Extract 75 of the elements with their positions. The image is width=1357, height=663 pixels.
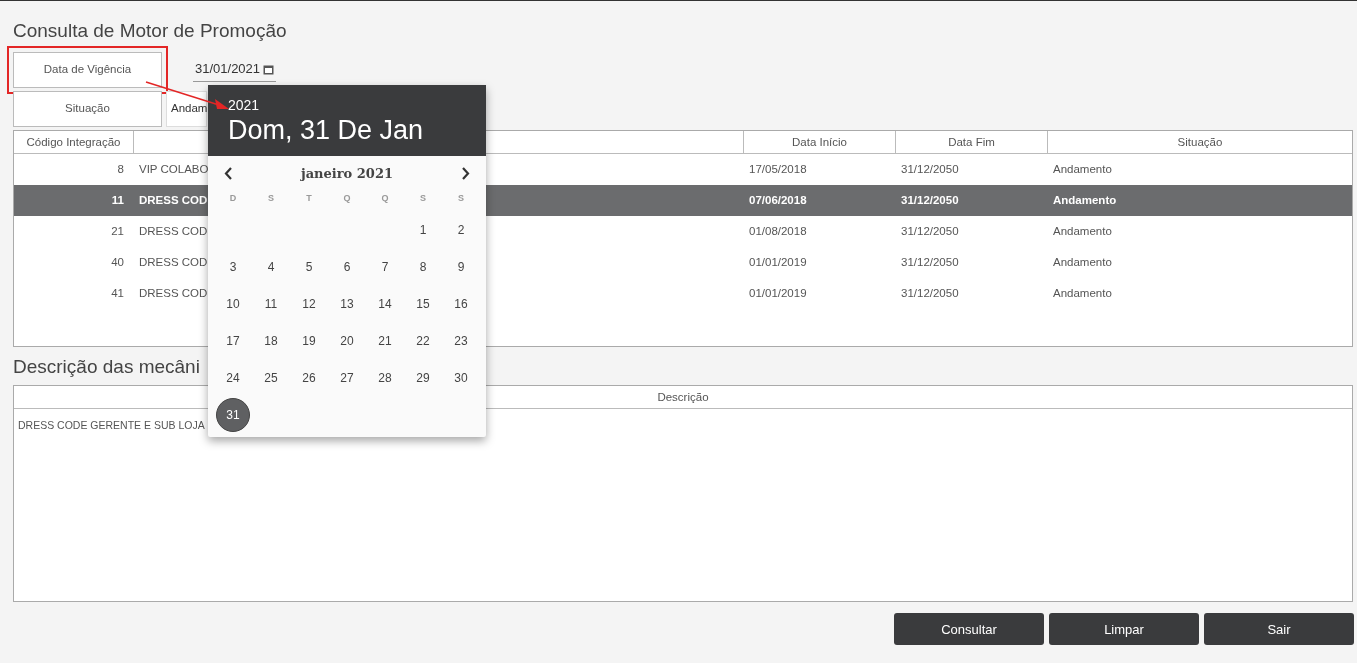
calendar-day[interactable]: 11: [254, 286, 288, 321]
table-cell: 07/06/2018: [744, 184, 896, 216]
table-cell-text: DRESS CODE GERENTE E SUB LOJA: [18, 418, 205, 434]
calendar-day[interactable]: 20: [330, 323, 364, 358]
table-cell-text: DRESS COD: [139, 254, 208, 270]
calendar-day[interactable]: 6: [330, 249, 364, 284]
calendar-day[interactable]: 8: [406, 249, 440, 284]
calendar-day[interactable]: 1: [406, 212, 440, 247]
calendar-day[interactable]: 10: [216, 286, 250, 321]
table-cell-text: 31/12/2050: [900, 254, 960, 270]
calendar-day[interactable]: 23: [444, 323, 478, 358]
column-header: Data Fim: [896, 130, 1048, 154]
calendar-day[interactable]: 12: [292, 286, 326, 321]
table-cell-text: DRESS COD: [139, 223, 208, 239]
table-cell-text: DRESS COD: [139, 285, 208, 301]
weekday-label: T: [305, 192, 313, 206]
table-cell-text: 01/01/2019: [748, 285, 808, 301]
calendar-day[interactable]: 5: [292, 249, 326, 284]
table-cell[interactable]: 21: [14, 215, 134, 247]
calendar-icon[interactable]: [263, 63, 275, 75]
table-cell-text: DRESS COD: [139, 192, 208, 208]
weekday-label: S: [457, 192, 465, 206]
table-cell-text: Andamento: [1052, 223, 1113, 239]
weekday-label: Q: [342, 192, 352, 206]
table-cell-text: Andamento: [1052, 254, 1113, 270]
table-cell-text: 01/01/2019: [748, 254, 808, 270]
month-label: janeiro 2021: [301, 164, 393, 183]
weekday-label: S: [419, 192, 427, 206]
calendar-day[interactable]: 13: [330, 286, 364, 321]
table-cell-text: 17/05/2018: [748, 161, 808, 177]
weekday-label: S: [267, 192, 275, 206]
table-cell-text: VIP COLABO: [139, 161, 209, 177]
calendar-day[interactable]: 4: [254, 249, 288, 284]
action-button[interactable]: Sair: [1204, 613, 1354, 646]
calendar-day[interactable]: 15: [406, 286, 440, 321]
calendar-day[interactable]: 31: [216, 397, 250, 432]
calendar-day[interactable]: 19: [292, 323, 326, 358]
column-header: Código Integração: [14, 130, 134, 154]
table-cell-text: Andamento: [1052, 161, 1113, 177]
column-header: Situação: [1048, 130, 1352, 154]
table-cell[interactable]: 41: [14, 277, 134, 309]
column-header: Data Início: [744, 130, 896, 154]
calendar-day[interactable]: 22: [406, 323, 440, 358]
year-label[interactable]: 2021: [228, 95, 260, 116]
calendar-day[interactable]: 7: [368, 249, 402, 284]
calendar-day[interactable]: 16: [444, 286, 478, 321]
table-cell[interactable]: 40: [14, 246, 134, 278]
action-button[interactable]: Consultar: [894, 613, 1044, 646]
field-label: Situação: [13, 90, 162, 127]
date-field[interactable]: 31/01/2021: [193, 57, 277, 82]
calendar-day[interactable]: 14: [368, 286, 402, 321]
select-field[interactable]: Andam: [166, 90, 207, 127]
section-title: Descrição das mecâni: [13, 354, 200, 379]
selected-date-heading: Dom, 31 De Jan: [228, 116, 425, 146]
table-cell[interactable]: 11: [14, 184, 134, 216]
calendar-day[interactable]: 21: [368, 323, 402, 358]
table-cell: Andamento: [1048, 184, 1352, 216]
table-cell[interactable]: 8: [14, 153, 134, 185]
calendar-day[interactable]: 18: [254, 323, 288, 358]
action-button[interactable]: Limpar: [1049, 613, 1199, 646]
page-title: Consulta de Motor de Promoção: [13, 19, 287, 43]
table-cell-text: 31/12/2050: [900, 161, 960, 177]
calendar-day[interactable]: 2: [444, 212, 478, 247]
table-cell-text: 01/08/2018: [748, 223, 808, 239]
weekday-label: Q: [380, 192, 390, 206]
previous-month-icon[interactable]: [224, 166, 233, 180]
table-cell: 31/12/2050: [896, 184, 1048, 216]
next-month-icon[interactable]: [461, 166, 470, 180]
weekday-label: D: [228, 192, 238, 206]
table-cell-text: 31/12/2050: [900, 223, 960, 239]
calendar-day[interactable]: 17: [216, 323, 250, 358]
calendar-day[interactable]: 9: [444, 249, 478, 284]
table-cell-text: Andamento: [1052, 285, 1113, 301]
calendar-day[interactable]: 3: [216, 249, 250, 284]
table-cell-text: 31/12/2050: [900, 285, 960, 301]
